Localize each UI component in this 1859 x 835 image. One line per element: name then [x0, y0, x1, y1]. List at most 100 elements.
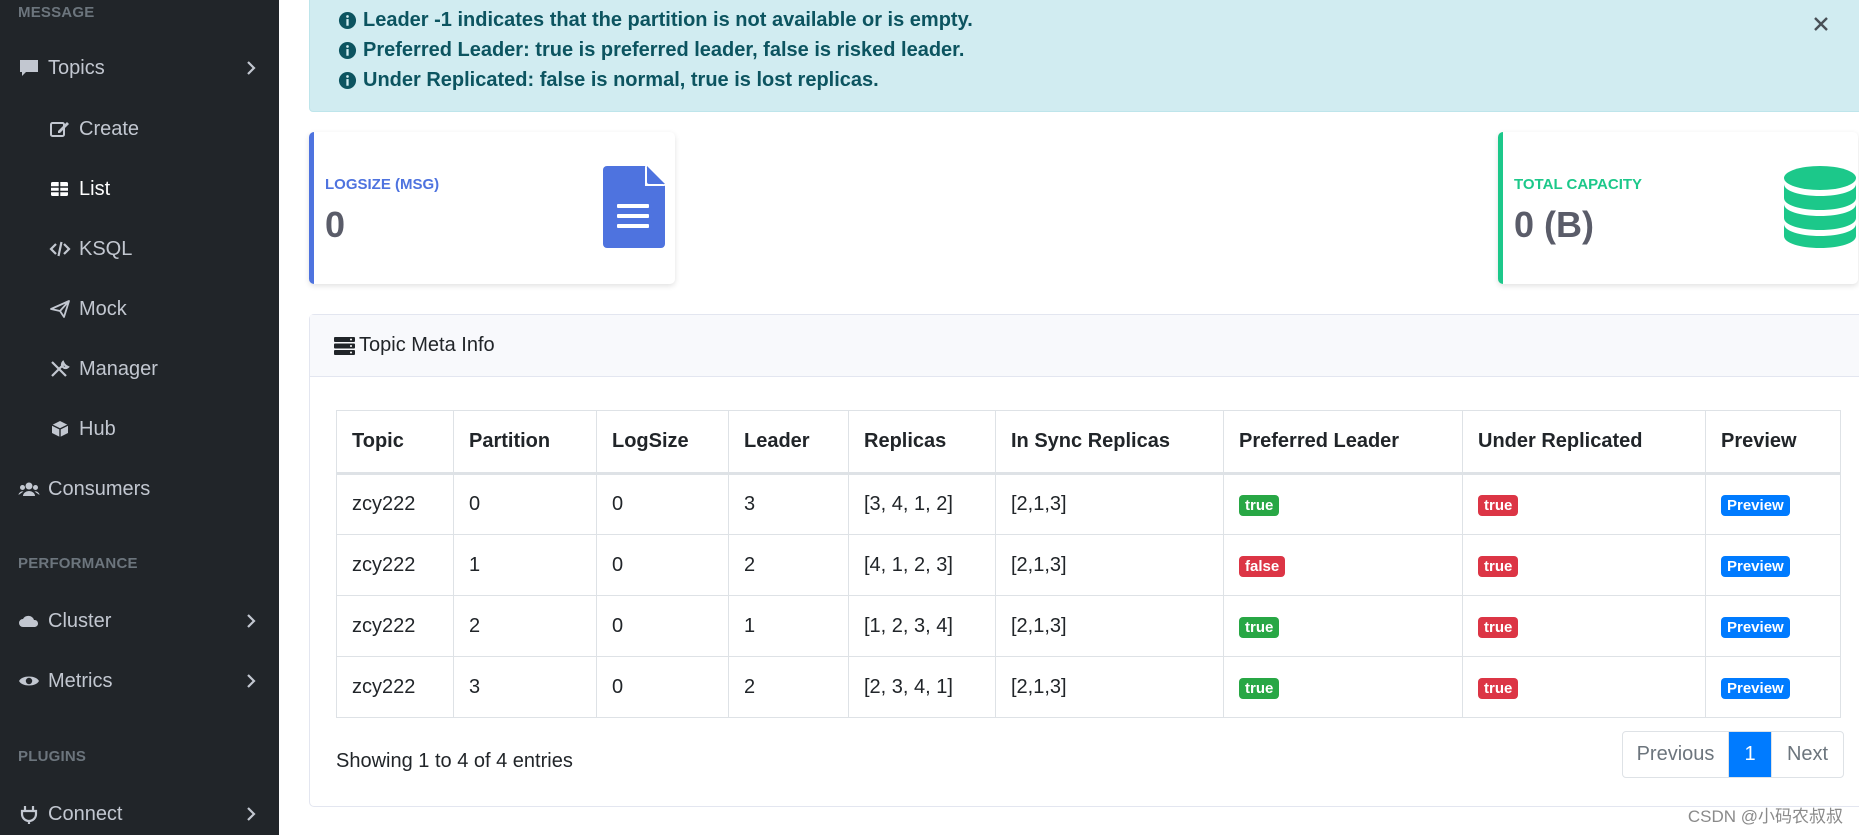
preview-button[interactable]: Preview [1721, 616, 1790, 638]
cell-preferred: true [1223, 656, 1463, 718]
sidebar-item-label: Cluster [48, 609, 112, 632]
page-1-button[interactable]: 1 [1729, 732, 1771, 777]
capacity-card: TOTAL CAPACITY 0 (B) [1498, 132, 1858, 284]
sidebar-item-label: Manager [79, 357, 158, 380]
sidebar-item-connect[interactable]: Connect [0, 789, 279, 835]
sidebar-item-list[interactable]: List [0, 164, 279, 214]
cell-isr: [2,1,3] [995, 656, 1224, 718]
cell-isr: [2,1,3] [995, 595, 1224, 657]
sidebar-heading-message: MESSAGE [18, 4, 95, 21]
main-content: Leader -1 indicates that the partition i… [279, 0, 1859, 835]
column-header-logsize[interactable]: LogSize [596, 410, 729, 475]
logsize-value: 0 [325, 204, 346, 245]
tools-icon [51, 360, 70, 377]
cell-isr: [2,1,3] [995, 534, 1224, 596]
alert-text: Leader -1 indicates that the partition i… [363, 9, 973, 31]
cell-partition: 0 [453, 473, 597, 535]
cell-partition: 1 [453, 534, 597, 596]
cell-logsize: 0 [596, 656, 729, 718]
server-icon [334, 336, 355, 355]
column-header-replicas[interactable]: Replicas [848, 410, 996, 475]
sidebar-item-label: Metrics [48, 669, 113, 692]
sidebar-item-manager[interactable]: Manager [0, 344, 279, 394]
sidebar-item-ksql[interactable]: KSQL [0, 224, 279, 274]
sidebar: MESSAGE Topics Create List KSQL Mock Man… [0, 0, 279, 835]
cell-leader: 2 [728, 656, 849, 718]
column-header-preferred-leader[interactable]: Preferred Leader [1223, 410, 1463, 475]
sidebar-item-mock[interactable]: Mock [0, 284, 279, 334]
logsize-card: LOGSIZE (MSG) 0 [309, 132, 675, 284]
sidebar-item-label: Hub [79, 417, 116, 440]
info-circle-icon [338, 11, 357, 30]
table-row: zcy222 3 0 2 [2, 3, 4, 1] [2,1,3] true t… [336, 656, 1841, 718]
column-header-under-replicated[interactable]: Under Replicated [1462, 410, 1706, 475]
panel-title: Topic Meta Info [359, 334, 495, 356]
alert-line: Leader -1 indicates that the partition i… [338, 9, 973, 32]
info-alert: Leader -1 indicates that the partition i… [309, 0, 1859, 112]
code-icon [49, 241, 71, 257]
cell-isr: [2,1,3] [995, 473, 1224, 535]
table-icon [51, 182, 68, 196]
cell-logsize: 0 [596, 534, 729, 596]
under-replicated-badge: true [1478, 677, 1519, 699]
sidebar-heading-plugins: PLUGINS [18, 748, 87, 765]
column-header-preview[interactable]: Preview [1705, 410, 1841, 475]
chevron-right-icon [247, 674, 256, 688]
next-page-button[interactable]: Next [1771, 732, 1843, 777]
info-circle-icon [338, 71, 357, 90]
capacity-value: 0 (B) [1514, 204, 1594, 245]
cell-topic: zcy222 [336, 656, 454, 718]
previous-page-button[interactable]: Previous [1623, 732, 1729, 777]
cell-logsize: 0 [596, 473, 729, 535]
chevron-right-icon [247, 61, 256, 75]
logsize-label: LOGSIZE (MSG) [325, 176, 440, 193]
cell-under: true [1462, 656, 1706, 718]
sidebar-item-cluster[interactable]: Cluster [0, 596, 279, 646]
sidebar-item-topics[interactable]: Topics [0, 43, 279, 93]
sidebar-item-label: Connect [48, 802, 123, 825]
column-header-in-sync-replicas[interactable]: In Sync Replicas [995, 410, 1224, 475]
preview-button[interactable]: Preview [1721, 555, 1790, 577]
topic-meta-panel: Topic Meta Info Topic Partition LogSize … [309, 314, 1859, 807]
info-circle-icon [338, 41, 357, 60]
cell-preview: Preview [1705, 473, 1841, 535]
cell-partition: 2 [453, 595, 597, 657]
cell-topic: zcy222 [336, 473, 454, 535]
sidebar-item-label: Topics [48, 56, 105, 79]
column-header-leader[interactable]: Leader [728, 410, 849, 475]
cell-preferred: true [1223, 595, 1463, 657]
cell-preview: Preview [1705, 534, 1841, 596]
sidebar-item-label: Mock [79, 297, 127, 320]
entries-info: Showing 1 to 4 of 4 entries [336, 750, 573, 772]
cloud-icon [19, 615, 39, 627]
panel-header: Topic Meta Info [310, 315, 1859, 377]
sidebar-item-consumers[interactable]: Consumers [0, 464, 279, 514]
comment-icon [20, 60, 38, 76]
file-icon [603, 166, 665, 248]
sidebar-item-metrics[interactable]: Metrics [0, 656, 279, 706]
card-accent-bar [309, 132, 314, 284]
cell-partition: 3 [453, 656, 597, 718]
sidebar-heading-performance: PERFORMANCE [18, 555, 138, 572]
sidebar-item-label: KSQL [79, 237, 133, 260]
preview-button[interactable]: Preview [1721, 495, 1790, 516]
cell-preview: Preview [1705, 656, 1841, 718]
cube-icon [51, 421, 69, 437]
sidebar-item-create[interactable]: Create [0, 104, 279, 154]
cell-replicas: [3, 4, 1, 2] [848, 473, 996, 535]
edit-icon [50, 122, 69, 137]
cell-leader: 2 [728, 534, 849, 596]
table-row: zcy222 0 0 3 [3, 4, 1, 2] [2,1,3] true t… [336, 473, 1841, 535]
close-icon[interactable] [1810, 13, 1832, 35]
column-header-topic[interactable]: Topic [336, 410, 454, 475]
under-replicated-badge: true [1478, 555, 1519, 577]
column-header-partition[interactable]: Partition [453, 410, 597, 475]
cell-replicas: [2, 3, 4, 1] [848, 656, 996, 718]
users-icon [18, 482, 40, 496]
preview-button[interactable]: Preview [1721, 677, 1790, 699]
preferred-leader-badge: false [1239, 555, 1286, 577]
preferred-leader-badge: true [1239, 495, 1280, 516]
preferred-leader-badge: true [1239, 616, 1280, 638]
under-replicated-badge: true [1478, 616, 1519, 638]
sidebar-item-hub[interactable]: Hub [0, 404, 279, 454]
